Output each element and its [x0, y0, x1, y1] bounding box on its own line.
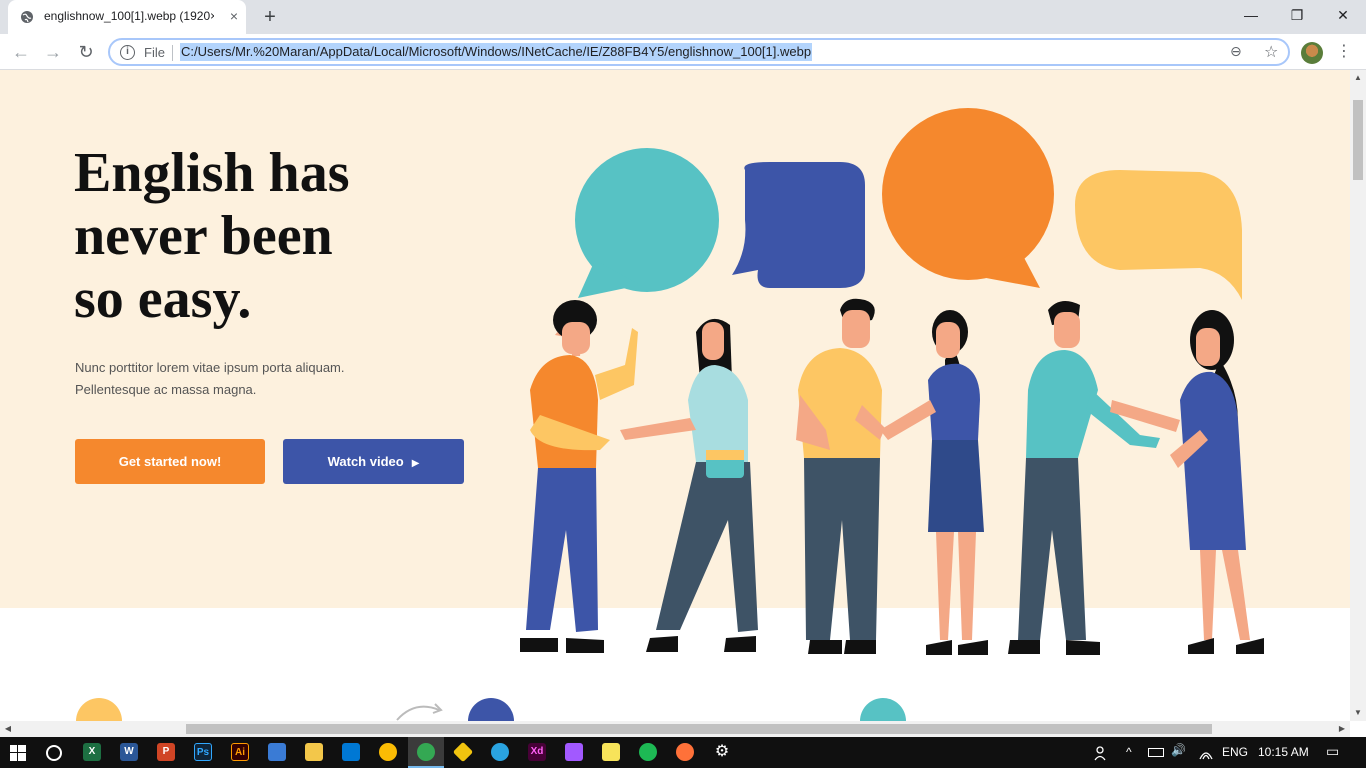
horizontal-scroll-thumb[interactable]: [186, 724, 1212, 734]
illustrator-icon[interactable]: Ai: [231, 743, 249, 761]
people-talking-illustration: [520, 108, 1264, 655]
zoom-icon[interactable]: ⊖: [1230, 43, 1242, 60]
excel-icon[interactable]: X: [83, 743, 101, 761]
headline-line-1: English has: [74, 142, 350, 204]
url-separator: [172, 45, 173, 61]
page-viewport: English has never been so easy. Nunc por…: [0, 70, 1350, 721]
browser-tab[interactable]: englishnow_100[1].webp (1920× ×: [8, 0, 246, 34]
speech-bubble-teal: [575, 148, 719, 298]
watch-video-button[interactable]: Watch video ▶: [283, 439, 464, 484]
settings-gear-icon[interactable]: ⚙: [713, 743, 731, 761]
maximize-icon[interactable]: ❐: [1274, 0, 1320, 30]
adobe-xd-icon[interactable]: Xd: [528, 743, 546, 761]
figma-icon[interactable]: [565, 743, 583, 761]
feature-circle-blue: [468, 698, 514, 721]
language-indicator[interactable]: ENG: [1222, 745, 1248, 759]
feature-circle-teal: [860, 698, 906, 721]
subtext-line-1: Nunc porttitor lorem vitae ipsum porta a…: [75, 360, 345, 375]
spotify-icon[interactable]: [639, 743, 657, 761]
hero-subtext: Nunc porttitor lorem vitae ipsum porta a…: [75, 357, 395, 401]
desktop-icon[interactable]: [268, 743, 286, 761]
browser-toolbar: ← → ↻ i File C:/Users/Mr.%20Maran/AppDat…: [0, 34, 1366, 70]
feature-circle-yellow: [76, 698, 122, 721]
file-scheme-label: File: [144, 45, 165, 60]
person-teal-shirt-woman: [620, 318, 758, 652]
scroll-left-icon[interactable]: ◀: [0, 721, 16, 737]
speech-bubble-orange: [882, 108, 1054, 288]
telegram-icon[interactable]: [491, 743, 509, 761]
chrome-icon[interactable]: [379, 743, 397, 761]
wifi-icon[interactable]: [1198, 745, 1214, 761]
clock-time[interactable]: 10:15 AM: [1258, 745, 1309, 759]
scroll-up-icon[interactable]: ▲: [1350, 70, 1366, 86]
person-blue-dress-woman-right: [1110, 310, 1264, 654]
tab-strip: englishnow_100[1].webp (1920× × + — ❐ ✕: [0, 0, 1366, 34]
new-tab-icon[interactable]: +: [258, 5, 282, 29]
scroll-right-icon[interactable]: ▶: [1334, 721, 1350, 737]
scroll-down-icon[interactable]: ▼: [1350, 705, 1366, 721]
person-orange-shirt: [520, 300, 638, 653]
vertical-scrollbar[interactable]: ▲ ▼: [1350, 70, 1366, 721]
tab-title: englishnow_100[1].webp (1920×: [44, 9, 214, 23]
close-window-icon[interactable]: ✕: [1320, 0, 1366, 30]
subtext-line-2: Pellentesque ac massa magna.: [75, 382, 257, 397]
vertical-scroll-thumb[interactable]: [1353, 100, 1363, 180]
bookmark-star-icon[interactable]: ☆: [1264, 42, 1278, 62]
minimize-icon[interactable]: —: [1228, 0, 1274, 30]
speech-bubble-yellow: [1075, 170, 1242, 300]
get-started-label: Get started now!: [118, 454, 222, 469]
play-icon: ▶: [411, 458, 420, 469]
headline-line-2: never been: [74, 205, 333, 267]
sticky-notes-icon[interactable]: [602, 743, 620, 761]
menu-icon[interactable]: ⋮: [1334, 42, 1354, 62]
notification-icon[interactable]: ▭: [1326, 743, 1339, 760]
cortana-search-icon[interactable]: [46, 745, 62, 761]
file-explorer-icon[interactable]: [305, 743, 323, 761]
sketch-icon[interactable]: [452, 741, 474, 763]
reload-icon[interactable]: ↻: [73, 39, 99, 65]
back-icon[interactable]: ←: [8, 39, 34, 65]
windows-start-icon[interactable]: [10, 745, 26, 761]
hero-headline: English has never been so easy.: [74, 142, 454, 331]
info-icon[interactable]: i: [120, 45, 135, 60]
word-icon[interactable]: W: [120, 743, 138, 761]
tab-close-icon[interactable]: ×: [226, 8, 242, 24]
url-input[interactable]: C:/Users/Mr.%20Maran/AppData/Local/Micro…: [180, 43, 813, 61]
firefox-icon[interactable]: [676, 743, 694, 761]
volume-icon[interactable]: 🔊: [1171, 743, 1186, 757]
address-bar[interactable]: i File C:/Users/Mr.%20Maran/AppData/Loca…: [108, 38, 1290, 66]
get-started-button[interactable]: Get started now!: [75, 439, 265, 484]
watch-video-label: Watch video: [327, 454, 404, 469]
person-blue-dress-woman: [880, 310, 988, 655]
people-icon[interactable]: [1094, 745, 1110, 761]
person-teal-shirt-man: [1008, 301, 1160, 655]
windows-taskbar: X W P Ps Ai Xd ⚙ ^ 🔊 ENG 10:15 AM ▭: [0, 737, 1366, 768]
chrome-icon-active[interactable]: [417, 743, 435, 761]
person-yellow-shirt: [796, 298, 885, 654]
tray-chevron-icon[interactable]: ^: [1126, 745, 1132, 759]
profile-avatar[interactable]: [1301, 42, 1323, 64]
headline-line-3: so easy.: [74, 268, 252, 330]
vscode-icon[interactable]: [342, 743, 360, 761]
globe-icon: [21, 11, 33, 23]
arrow-curve-icon: [396, 703, 443, 721]
photoshop-icon[interactable]: Ps: [194, 743, 212, 761]
battery-icon[interactable]: [1148, 748, 1164, 757]
powerpoint-icon[interactable]: P: [157, 743, 175, 761]
forward-icon[interactable]: →: [40, 39, 66, 65]
speech-bubble-blue: [732, 162, 865, 288]
horizontal-scrollbar[interactable]: ◀ ▶: [0, 721, 1350, 737]
